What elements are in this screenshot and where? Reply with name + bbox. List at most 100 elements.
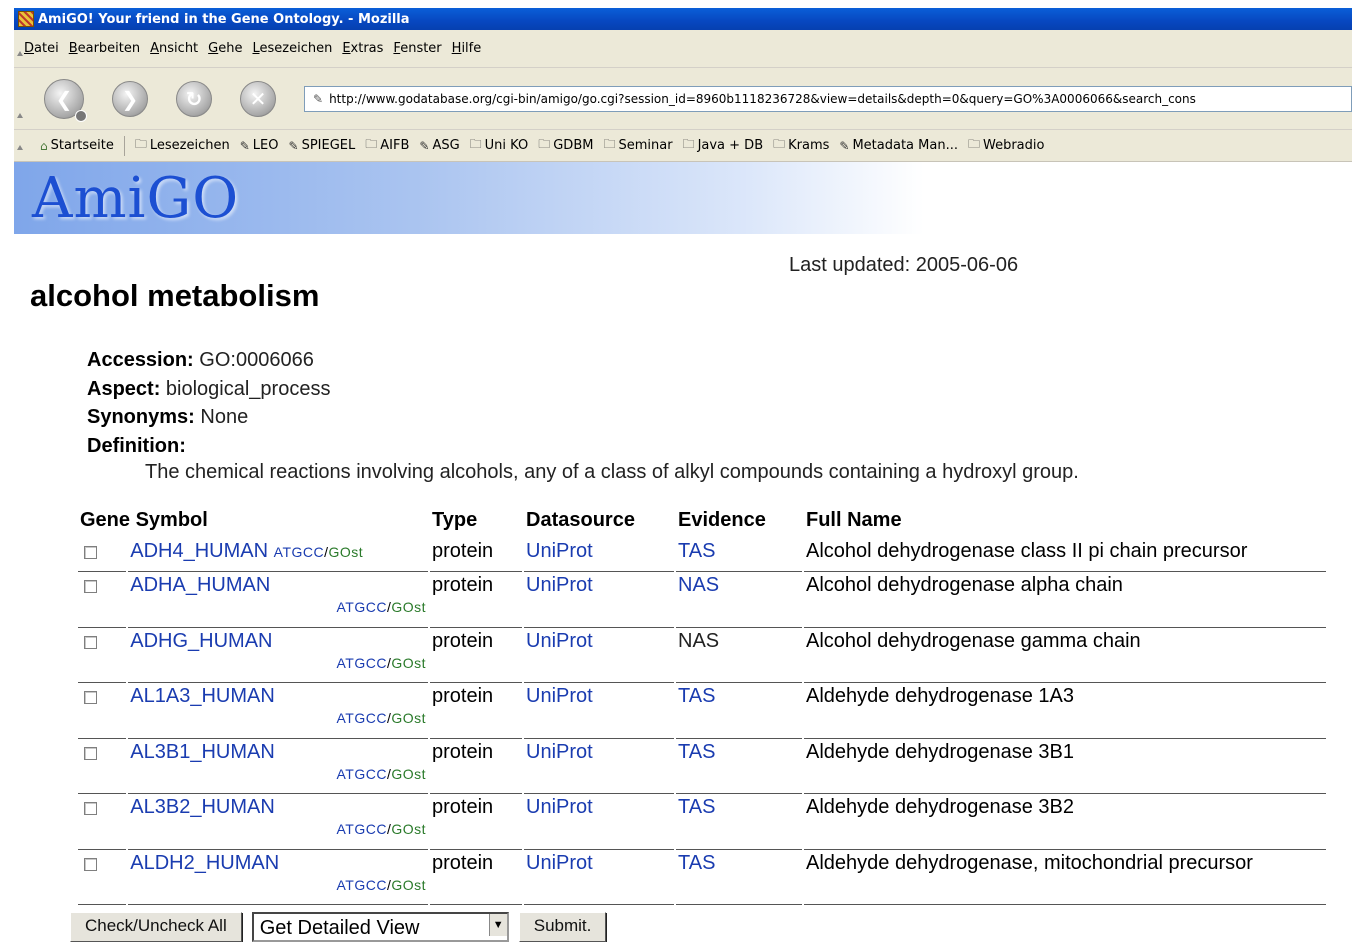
datasource-link[interactable]: UniProt <box>526 796 593 818</box>
atgcc-link[interactable]: ATGCC <box>336 599 386 615</box>
checkbox-cell <box>78 850 127 905</box>
folder-icon: 🗀 <box>469 137 482 151</box>
toolbar-grip-icon[interactable] <box>17 50 23 56</box>
back-button[interactable]: ❮ <box>44 78 87 122</box>
menu-gehe[interactable]: Gehe <box>208 41 242 56</box>
bookmark-seminar[interactable]: 🗀 Seminar <box>603 135 672 156</box>
aspect-label: Aspect: <box>87 377 161 400</box>
evidence-link[interactable]: NAS <box>678 574 719 596</box>
bookmark-java-db[interactable]: 🗀 Java + DB <box>683 135 764 156</box>
datasource-link[interactable]: UniProt <box>526 574 593 596</box>
menu-fenster[interactable]: Fenster <box>393 41 441 56</box>
atgcc-link[interactable]: ATGCC <box>274 544 324 560</box>
bookmark-asg[interactable]: ✎ ASG <box>419 138 459 153</box>
gost-link[interactable]: GOst <box>391 821 426 837</box>
menu-datei[interactable]: Datei <box>24 41 59 56</box>
row-checkbox[interactable] <box>84 746 97 760</box>
bookmark-gdbm[interactable]: 🗀 GDBM <box>538 135 593 156</box>
full-name-cell: Aldehyde dehydrogenase 1A3 <box>804 683 1326 739</box>
row-checkbox[interactable] <box>84 580 97 593</box>
evidence-cell: TAS <box>676 538 802 572</box>
page-icon: ✎ <box>313 91 324 106</box>
datasource-link[interactable]: UniProt <box>526 852 593 874</box>
evidence-cell: TAS <box>676 739 802 794</box>
folder-icon: 🗀 <box>773 137 786 151</box>
gost-link[interactable]: GOst <box>391 599 426 615</box>
gene-symbol-link[interactable]: AL1A3_HUMAN <box>130 685 275 707</box>
gost-link[interactable]: GOst <box>391 766 426 782</box>
bookmark-metadata[interactable]: ✎ Metadata Man... <box>839 138 958 153</box>
row-checkbox[interactable] <box>84 802 97 815</box>
type-cell: protein <box>430 794 522 850</box>
checkbox-cell <box>78 572 127 628</box>
atgcc-link[interactable]: ATGCC <box>336 655 386 671</box>
symbol-cell: ADHG_HUMAN ATGCC/GOst <box>128 628 428 683</box>
checkbox-cell <box>78 739 127 794</box>
amigo-logo[interactable]: AmiGO <box>32 166 239 231</box>
atgcc-link[interactable]: ATGCC <box>336 710 386 726</box>
gene-symbol-link[interactable]: AL3B2_HUMAN <box>130 796 275 818</box>
evidence-link[interactable]: TAS <box>678 540 715 562</box>
atgcc-link[interactable]: ATGCC <box>336 877 386 893</box>
home-icon: ⌂ <box>40 138 48 153</box>
history-dropdown-icon[interactable] <box>75 109 87 122</box>
gost-link[interactable]: GOst <box>329 544 364 560</box>
amigo-banner: AmiGO <box>14 162 1352 234</box>
dropdown-arrow-icon[interactable]: ▼ <box>488 914 507 936</box>
bookmark-leo[interactable]: ✎ LEO <box>240 138 279 153</box>
bookmark-icon: ✎ <box>839 138 850 153</box>
toolbar-grip-icon[interactable] <box>17 144 23 150</box>
gene-symbol-link[interactable]: ADHG_HUMAN <box>130 630 272 652</box>
menu-bearbeiten[interactable]: Bearbeiten <box>69 41 140 56</box>
bookmark-webradio[interactable]: 🗀 Webradio <box>968 135 1045 156</box>
bookmark-krams[interactable]: 🗀 Krams <box>773 135 829 156</box>
datasource-link[interactable]: UniProt <box>526 630 593 652</box>
type-cell: protein <box>430 538 522 572</box>
atgcc-link[interactable]: ATGCC <box>336 821 386 837</box>
bookmark-lesezeichen[interactable]: 🗀 Lesezeichen <box>135 135 230 156</box>
menu-lesezeichen[interactable]: Lesezeichen <box>252 41 332 56</box>
row-checkbox[interactable] <box>84 635 97 649</box>
table-row: ADH4_HUMAN ATGCC/GOst protein UniProt TAS Al… <box>78 538 1326 572</box>
gost-link[interactable]: GOst <box>391 877 426 893</box>
evidence-text: NAS <box>678 629 720 652</box>
gene-symbol-link[interactable]: ADHA_HUMAN <box>130 574 270 596</box>
bookmark-aifb[interactable]: 🗀 AIFB <box>365 135 409 156</box>
gene-symbol-link[interactable]: AL3B1_HUMAN <box>130 741 275 763</box>
toolbar-grip-icon[interactable] <box>17 112 23 118</box>
url-field[interactable]: ✎ http://www.godatabase.org/cgi-bin/amig… <box>304 85 1352 112</box>
evidence-link[interactable]: TAS <box>678 796 715 818</box>
accession-label: Accession: <box>87 349 194 371</box>
stop-button[interactable]: ✕ <box>240 80 276 117</box>
bookmarks-toolbar: ⌂ Startseite 🗀 Lesezeichen ✎ LEO ✎ SPIEGEL 🗀… <box>14 130 1352 162</box>
forward-button[interactable]: ❯ <box>112 80 148 117</box>
atgcc-link[interactable]: ATGCC <box>336 766 386 782</box>
bookmark-uni-ko[interactable]: 🗀 Uni KO <box>470 135 529 156</box>
evidence-link[interactable]: TAS <box>678 852 715 874</box>
gene-product-table: Gene Symbol Type Datasource Evidence Ful… <box>76 504 1328 905</box>
gene-symbol-link[interactable]: ALDH2_HUMAN <box>130 852 279 874</box>
reload-button[interactable]: ↻ <box>176 80 212 117</box>
aspect-value: biological_process <box>165 377 331 400</box>
row-checkbox[interactable] <box>84 691 97 704</box>
menu-ansicht[interactable]: Ansicht <box>150 41 198 56</box>
full-name-cell: Alcohol dehydrogenase gamma chain <box>804 628 1326 683</box>
evidence-link[interactable]: TAS <box>678 741 715 763</box>
gost-link[interactable]: GOst <box>391 655 426 671</box>
datasource-link[interactable]: UniProt <box>526 741 593 763</box>
evidence-cell: TAS <box>676 850 802 905</box>
bookmark-spiegel[interactable]: ✎ SPIEGEL <box>289 138 356 153</box>
gost-link[interactable]: GOst <box>391 710 426 726</box>
stop-icon: ✕ <box>249 86 267 111</box>
table-header-row: Gene Symbol Type Datasource Evidence Ful… <box>78 504 1326 538</box>
menu-hilfe[interactable]: Hilfe <box>452 41 482 56</box>
gene-tool-links: ATGCC/GOst <box>336 655 426 671</box>
datasource-link[interactable]: UniProt <box>526 685 593 707</box>
evidence-link[interactable]: TAS <box>678 685 715 707</box>
datasource-link[interactable]: UniProt <box>526 540 593 562</box>
row-checkbox[interactable] <box>84 546 97 559</box>
bookmark-startseite[interactable]: ⌂ Startseite <box>40 138 114 153</box>
row-checkbox[interactable] <box>84 857 97 871</box>
menu-extras[interactable]: Extras <box>342 41 383 56</box>
gene-symbol-link[interactable]: ADH4_HUMAN <box>130 540 268 562</box>
